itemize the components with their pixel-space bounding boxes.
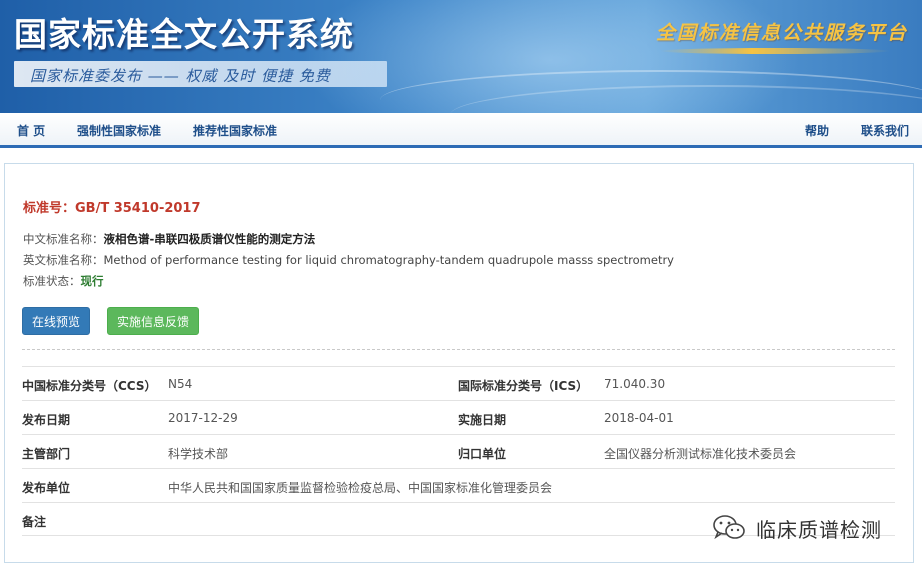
detail-row-classification: 中国标准分类号（CCS） N54 国际标准分类号（ICS） 71.040.30	[22, 366, 895, 400]
detail-row-dates: 发布日期 2017-12-29 实施日期 2018-04-01	[22, 400, 895, 434]
section-divider	[22, 349, 895, 350]
department-value: 科学技术部	[168, 447, 229, 461]
en-name-label: 英文标准名称：	[23, 253, 104, 267]
implement-date-label: 实施日期	[458, 413, 507, 427]
department-label: 主管部门	[22, 447, 71, 461]
ics-value: 71.040.30	[604, 377, 666, 391]
nav-mandatory-standards[interactable]: 强制性国家标准	[77, 122, 161, 139]
en-name-value: Method of performance testing for liquid…	[103, 253, 675, 267]
site-slogan: 国家标准委发布 —— 权威 及时 便捷 免费	[30, 67, 331, 85]
ccs-label: 中国标准分类号（CCS）	[22, 379, 157, 393]
publish-date-value: 2017-12-29	[168, 411, 238, 425]
status-value: 现行	[80, 274, 104, 288]
main-navbar: 首 页 强制性国家标准 推荐性国家标准 帮助 联系我们	[0, 113, 922, 148]
nav-recommended-standards[interactable]: 推荐性国家标准	[193, 122, 277, 139]
watermark-text: 临床质谱检测	[756, 518, 882, 542]
cn-name-line: 中文标准名称：液相色谱-串联四极质谱仪性能的测定方法	[23, 231, 315, 247]
implementation-feedback-button[interactable]: 实施信息反馈	[107, 307, 200, 335]
technical-committee-value: 全国仪器分析测试标准化技术委员会	[604, 447, 797, 461]
ics-label: 国际标准分类号（ICS）	[458, 379, 589, 393]
nav-home[interactable]: 首 页	[17, 122, 45, 139]
status-label: 标准状态：	[23, 274, 81, 288]
standard-detail-panel: 标准号：GB/T 35410-2017 中文标准名称：液相色谱-串联四极质谱仪性…	[4, 163, 914, 563]
nav-contact-us[interactable]: 联系我们	[861, 122, 909, 139]
site-banner: 国家标准全文公开系统 国家标准委发布 —— 权威 及时 便捷 免费 全国标准信息…	[0, 0, 922, 113]
technical-committee-label: 归口单位	[458, 447, 507, 461]
cn-name-value: 液相色谱-串联四极质谱仪性能的测定方法	[103, 232, 316, 246]
en-name-line: 英文标准名称：Method of performance testing for…	[23, 252, 674, 268]
cn-name-label: 中文标准名称：	[23, 232, 104, 246]
publish-date-label: 发布日期	[22, 413, 71, 427]
wechat-icon	[713, 515, 745, 540]
standard-number: 标准号：GB/T 35410-2017	[23, 201, 201, 216]
platform-logo-text: 全国标准信息公共服务平台	[656, 22, 909, 44]
detail-row-publisher: 发布单位 中华人民共和国国家质量监督检验检疫总局、中国国家标准化管理委员会	[22, 468, 895, 502]
site-title: 国家标准全文公开系统	[14, 15, 354, 54]
nav-help[interactable]: 帮助	[805, 122, 829, 139]
online-preview-button[interactable]: 在线预览	[22, 307, 91, 335]
ccs-value: N54	[168, 377, 193, 391]
remarks-label: 备注	[22, 515, 47, 529]
detail-row-departments: 主管部门 科学技术部 归口单位 全国仪器分析测试标准化技术委员会	[22, 434, 895, 468]
publisher-value: 中华人民共和国国家质量监督检验检疫总局、中国国家标准化管理委员会	[168, 481, 553, 495]
status-line: 标准状态：现行	[23, 273, 104, 289]
platform-underline	[660, 48, 890, 54]
implement-date-value: 2018-04-01	[604, 411, 674, 425]
publisher-label: 发布单位	[22, 481, 71, 495]
